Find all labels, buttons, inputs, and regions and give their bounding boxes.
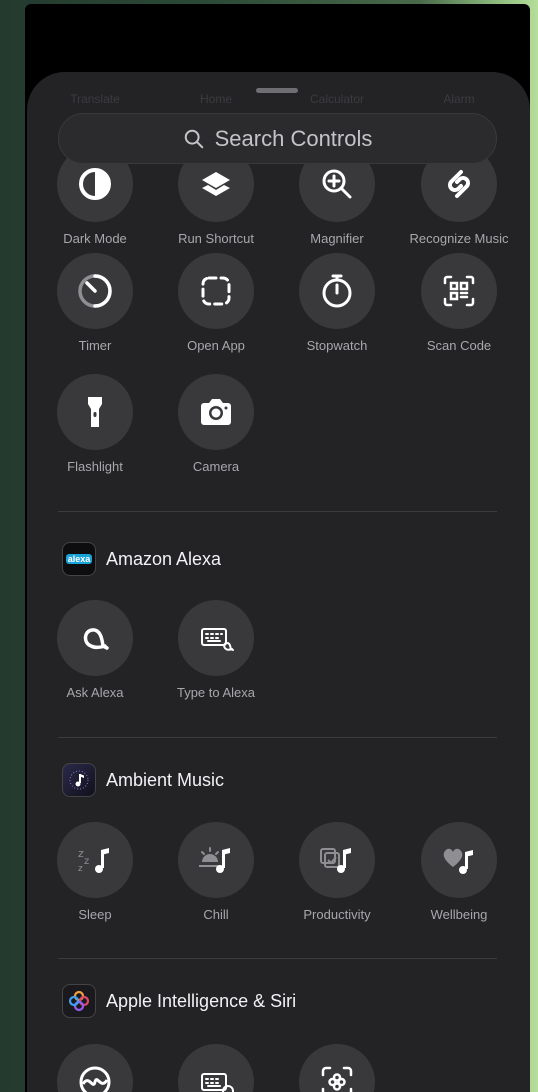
control-scan-code[interactable]: Scan Code — [399, 253, 519, 353]
section-header-ambient-music: Ambient Music — [62, 763, 224, 797]
control-label: Open App — [187, 338, 245, 353]
section-title: Amazon Alexa — [106, 548, 222, 569]
ghost-label: Translate — [70, 92, 120, 106]
svg-text:z: z — [78, 864, 83, 874]
control-visual-intelligence[interactable] — [277, 1044, 397, 1092]
svg-text:z: z — [84, 856, 89, 867]
timer-icon — [78, 274, 112, 308]
control-label: Wellbeing — [430, 907, 488, 922]
control-label: Magnifier — [310, 231, 364, 246]
control-label: Type to Alexa — [176, 685, 256, 700]
ghost-label: Home — [199, 92, 232, 106]
control-label: Stopwatch — [306, 338, 368, 353]
section-header-amazon-alexa: alexa Amazon Alexa — [62, 542, 221, 576]
control-open-app[interactable]: Open App — [156, 253, 276, 353]
dark-mode-icon — [79, 168, 111, 200]
qr-code-icon — [443, 275, 475, 307]
controls-gallery-sheet: Translate Home Calculator Alarm Search C… — [27, 72, 530, 1092]
shortcuts-icon — [202, 172, 230, 196]
section-title: Ambient Music — [106, 769, 225, 790]
open-app-icon — [201, 276, 231, 306]
stopwatch-icon — [322, 274, 352, 308]
visual-intelligence-icon — [321, 1066, 353, 1092]
wellbeing-music-icon — [443, 848, 473, 874]
control-label: Productivity — [303, 907, 371, 922]
control-type-to-siri[interactable] — [156, 1044, 276, 1092]
camera-icon — [201, 399, 231, 425]
control-stopwatch[interactable]: Stopwatch — [277, 253, 397, 353]
alexa-icon — [83, 628, 109, 650]
keyboard-alexa-icon — [201, 628, 234, 651]
control-flashlight[interactable]: Flashlight — [35, 374, 155, 474]
section-title: Apple Intelligence & Siri — [106, 990, 297, 1011]
shazam-icon — [448, 170, 470, 198]
control-label: Flashlight — [67, 459, 123, 474]
control-label: Sleep — [78, 907, 112, 922]
flashlight-icon — [88, 397, 102, 427]
search-placeholder: Search Controls — [214, 125, 373, 151]
control-sleep[interactable]: zzz Sleep — [35, 822, 155, 922]
productivity-music-icon — [320, 848, 351, 873]
search-controls-field[interactable]: Search Controls — [58, 113, 497, 164]
control-label: Scan Code — [426, 338, 492, 353]
chill-music-icon — [199, 847, 230, 873]
magnifier-icon — [322, 169, 352, 199]
hidden-controls-row: Translate Home Calculator Alarm — [27, 92, 530, 110]
ghost-label: Calculator — [309, 92, 365, 106]
search-icon — [184, 129, 203, 148]
control-productivity[interactable]: Productivity — [277, 822, 397, 922]
control-type-to-alexa[interactable]: Type to Alexa — [156, 600, 276, 700]
control-label: Recognize Music — [409, 231, 509, 246]
section-header-apple-intelligence: Apple Intelligence & Siri — [62, 984, 296, 1018]
sleep-music-icon: zzz — [78, 847, 109, 874]
control-label: Dark Mode — [63, 231, 127, 246]
ambient-music-app-icon — [62, 763, 96, 797]
apple-intelligence-app-icon — [62, 984, 96, 1018]
control-timer[interactable]: Timer — [35, 253, 155, 353]
section-divider — [58, 958, 497, 959]
control-camera[interactable]: Camera — [156, 374, 276, 474]
alexa-app-icon: alexa — [62, 542, 96, 576]
control-chill[interactable]: Chill — [156, 822, 276, 922]
control-label: Timer — [78, 338, 112, 353]
section-divider — [58, 511, 497, 512]
control-ask-alexa[interactable]: Ask Alexa — [35, 600, 155, 700]
control-siri[interactable] — [35, 1044, 155, 1092]
siri-icon — [79, 1066, 111, 1092]
control-label: Run Shortcut — [178, 231, 254, 246]
control-label: Ask Alexa — [66, 685, 124, 700]
control-wellbeing[interactable]: Wellbeing — [399, 822, 519, 922]
control-label: Chill — [203, 907, 229, 922]
type-to-siri-icon — [201, 1073, 234, 1092]
ghost-label: Alarm — [443, 92, 475, 106]
section-divider — [58, 737, 497, 738]
control-label: Camera — [192, 459, 240, 474]
alexa-app-icon-text: alexa — [65, 554, 93, 564]
